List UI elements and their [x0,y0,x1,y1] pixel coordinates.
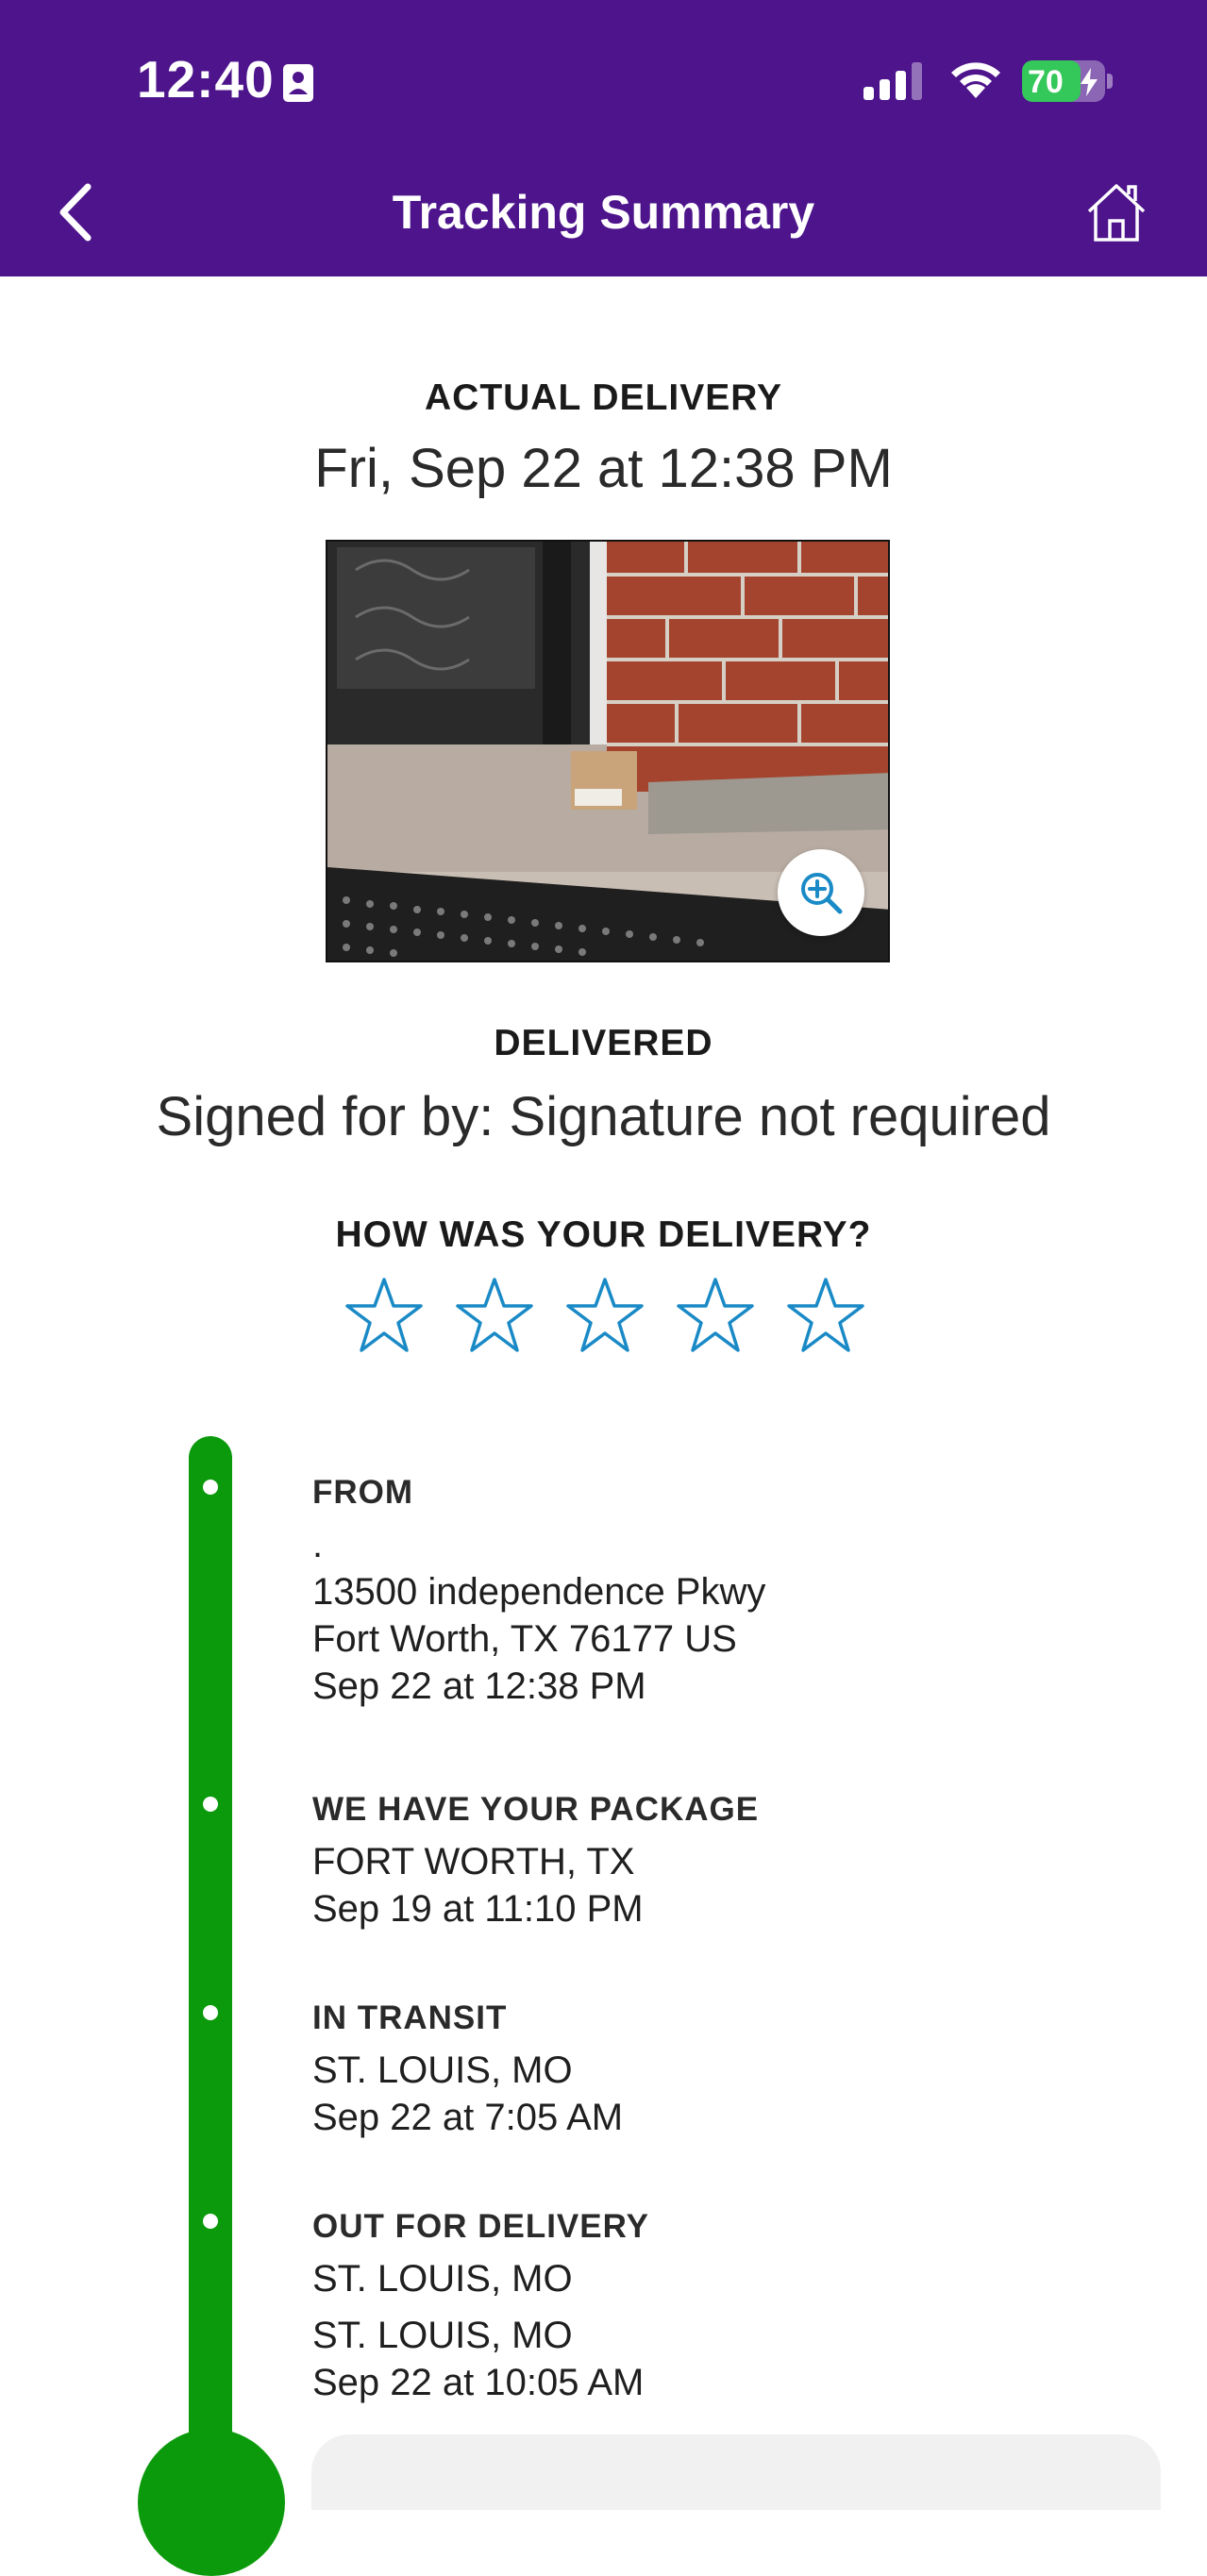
charging-bolt-icon [1081,68,1098,96]
home-button[interactable] [1085,181,1148,243]
timeline-dot [203,1797,218,1812]
rating-prompt: HOW WAS YOUR DELIVERY? [335,1214,872,1255]
timeline-event-from: FROM . 13500 independence Pkwy Fort Wort… [312,1474,1162,1710]
timeline-end-marker [138,2429,285,2576]
battery-charging-icon: 70 [1022,60,1113,102]
event-title: WE HAVE YOUR PACKAGE [312,1791,760,1828]
timeline-rail [189,1436,232,2474]
star-1-icon[interactable] [344,1276,424,1355]
timeline-dot [203,2214,218,2229]
photo-zoom-button[interactable] [778,849,864,936]
star-rating [344,1276,873,1361]
event-location: ST. LOUIS, MO [312,2049,573,2091]
event-title: FROM [312,1474,414,1511]
event-timestamp: Sep 22 at 12:38 PM [312,1665,646,1707]
event-title: OUT FOR DELIVERY [312,2208,649,2245]
event-timestamp: Sep 22 at 10:05 AM [312,2362,645,2403]
timeline-dot [203,1480,218,1495]
signed-for-text: Signed for by: Signature not required [156,1086,1051,1147]
star-2-icon[interactable] [455,1276,534,1355]
actual-delivery-date: Fri, Sep 22 at 12:38 PM [314,438,893,499]
star-4-icon[interactable] [676,1276,755,1355]
status-time: 12:40 [137,50,275,109]
timeline-dot [203,2005,218,2020]
zoom-in-icon [801,873,843,914]
event-city: Fort Worth, TX 76177 US [312,1618,737,1660]
wifi-icon [951,62,1000,98]
delivery-status-label: DELIVERED [494,1023,713,1063]
event-line: . [312,1524,324,1565]
timeline-event-package-received: WE HAVE YOUR PACKAGE FORT WORTH, TX Sep … [312,1791,1162,1932]
star-5-icon[interactable] [786,1276,865,1355]
cellular-signal-icon [863,62,922,100]
event-address: 13500 independence Pkwy [312,1571,766,1613]
battery-percent: 70 [1028,64,1064,100]
event-title: IN TRANSIT [312,1999,508,2036]
timeline-event-out-for-delivery: OUT FOR DELIVERY ST. LOUIS, MO ST. LOUIS… [312,2208,1162,2406]
event-timestamp: Sep 22 at 7:05 AM [312,2097,624,2138]
timeline-event-in-transit: IN TRANSIT ST. LOUIS, MO Sep 22 at 7:05 … [312,1999,1162,2141]
event-location: FORT WORTH, TX [312,1841,635,1882]
star-3-icon[interactable] [565,1276,645,1355]
contact-card-icon [283,64,313,102]
actual-delivery-label: ACTUAL DELIVERY [424,377,783,418]
app-header: 12:40 70 Tracking Summary [0,0,1207,276]
page-title: Tracking Summary [392,186,815,239]
event-location: ST. LOUIS, MO [312,2258,573,2300]
event-timestamp: Sep 19 at 11:10 PM [312,1888,644,1930]
event-location: ST. LOUIS, MO [312,2315,573,2356]
bottom-sheet [311,2434,1161,2510]
